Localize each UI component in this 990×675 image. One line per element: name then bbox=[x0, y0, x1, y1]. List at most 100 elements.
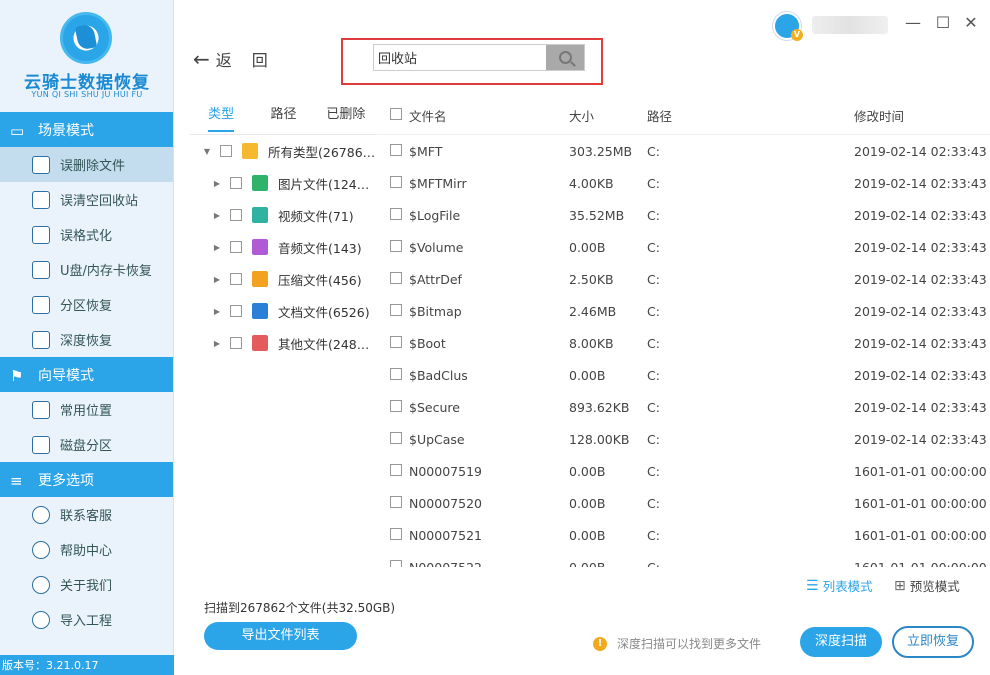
sidebar-item[interactable]: 误格式化 bbox=[0, 217, 173, 252]
row-checkbox[interactable] bbox=[390, 303, 402, 316]
type-tree: ▼ 所有类型(26786… ▶ 图片文件(124… ▶ 视频文件(71) ▶ 音频文件(143… bbox=[190, 135, 377, 359]
collapsed-arrow-icon[interactable]: ▶ bbox=[212, 339, 222, 348]
column-header-time[interactable]: 修改时间 bbox=[854, 106, 990, 125]
row-checkbox[interactable] bbox=[390, 335, 402, 348]
table-row[interactable]: $MFT 303.25MB C: 2019-02-14 02:33:43 bbox=[378, 135, 990, 167]
collapsed-arrow-icon[interactable]: ▶ bbox=[212, 307, 222, 316]
sidebar-item[interactable]: 磁盘分区 bbox=[0, 427, 173, 462]
row-checkbox[interactable] bbox=[390, 239, 402, 252]
tree-checkbox[interactable] bbox=[230, 337, 242, 349]
tree-node[interactable]: ▶ 文档文件(6526) bbox=[190, 295, 377, 327]
maximize-icon[interactable]: ☐ bbox=[934, 14, 952, 32]
row-checkbox[interactable] bbox=[390, 559, 402, 567]
row-checkbox[interactable] bbox=[390, 271, 402, 284]
export-file-list-button[interactable]: 导出文件列表 bbox=[204, 622, 357, 650]
tree-node[interactable]: ▶ 音频文件(143) bbox=[190, 231, 377, 263]
sidebar-item[interactable]: 分区恢复 bbox=[0, 287, 173, 322]
sidebar-item[interactable]: 帮助中心 bbox=[0, 532, 173, 567]
table-row[interactable]: N00007521 0.00B C: 1601-01-01 00:00:00 bbox=[378, 519, 990, 551]
column-header-path[interactable]: 路径 bbox=[647, 106, 854, 125]
tree-checkbox[interactable] bbox=[230, 177, 242, 189]
file-name: $AttrDef bbox=[409, 271, 462, 287]
collapsed-arrow-icon[interactable]: ▶ bbox=[212, 179, 222, 188]
file-list: 文件名 大小 路径 修改时间 $MFT 303.25MB C: 2019-02-14 … bbox=[378, 97, 990, 567]
column-header-name[interactable]: 文件名 bbox=[409, 106, 569, 125]
table-row[interactable]: $Boot 8.00KB C: 2019-02-14 02:33:43 bbox=[378, 327, 990, 359]
expanded-arrow-icon[interactable]: ▼ bbox=[202, 147, 212, 156]
avatar[interactable] bbox=[773, 12, 803, 41]
row-checkbox[interactable] bbox=[390, 207, 402, 220]
tree-checkbox[interactable] bbox=[230, 305, 242, 317]
search-button[interactable] bbox=[546, 45, 584, 70]
sidebar-section-header: ≡ 更多选项 bbox=[0, 462, 173, 497]
sidebar-item[interactable]: 关于我们 bbox=[0, 567, 173, 602]
table-row[interactable]: $LogFile 35.52MB C: 2019-02-14 02:33:43 bbox=[378, 199, 990, 231]
disk-partition-icon bbox=[32, 435, 50, 454]
tree-node-label: 文档文件(6526) bbox=[278, 304, 370, 320]
table-row[interactable]: $AttrDef 2.50KB C: 2019-02-14 02:33:43 bbox=[378, 263, 990, 295]
file-modified-time: 2019-02-14 02:33:43 bbox=[854, 143, 987, 159]
column-header-size[interactable]: 大小 bbox=[569, 106, 647, 125]
logo: 云骑士数据恢复 YUN QI SHI SHU JU HUI FU bbox=[0, 0, 173, 112]
collapsed-arrow-icon[interactable]: ▶ bbox=[212, 275, 222, 284]
table-row[interactable]: N00007522 0.00B C: 1601-01-01 00:00:00 bbox=[378, 551, 990, 567]
sidebar-item[interactable]: 导入工程 bbox=[0, 602, 173, 637]
tree-checkbox[interactable] bbox=[230, 241, 242, 253]
filter-tab[interactable]: 路径 bbox=[252, 97, 314, 134]
minimize-icon[interactable]: — bbox=[904, 14, 922, 32]
sidebar-item[interactable]: 常用位置 bbox=[0, 392, 173, 427]
table-row[interactable]: $Bitmap 2.46MB C: 2019-02-14 02:33:43 bbox=[378, 295, 990, 327]
table-row[interactable]: $UpCase 128.00KB C: 2019-02-14 02:33:43 bbox=[378, 423, 990, 455]
table-row[interactable]: $BadClus 0.00B C: 2019-02-14 02:33:43 bbox=[378, 359, 990, 391]
close-icon[interactable]: ✕ bbox=[962, 14, 980, 32]
tree-node[interactable]: ▶ 压缩文件(456) bbox=[190, 263, 377, 295]
sidebar-item[interactable]: U盘/内存卡恢复 bbox=[0, 252, 173, 287]
file-path: C: bbox=[647, 399, 660, 415]
sidebar-item-label: 深度恢复 bbox=[60, 334, 113, 349]
tree-node[interactable]: ▼ 所有类型(26786… bbox=[190, 135, 377, 167]
file-modified-time: 2019-02-14 02:33:43 bbox=[854, 239, 987, 255]
row-checkbox[interactable] bbox=[390, 143, 402, 156]
file-size: 8.00KB bbox=[569, 335, 614, 351]
row-checkbox[interactable] bbox=[390, 175, 402, 188]
image-icon bbox=[252, 175, 268, 191]
tree-checkbox[interactable] bbox=[230, 209, 242, 221]
filter-tab[interactable]: 已删除 bbox=[315, 97, 377, 134]
search-input[interactable] bbox=[374, 45, 548, 70]
row-checkbox[interactable] bbox=[390, 367, 402, 380]
table-row[interactable]: N00007520 0.00B C: 1601-01-01 00:00:00 bbox=[378, 487, 990, 519]
file-size: 4.00KB bbox=[569, 175, 614, 191]
filter-tab[interactable]: 类型 bbox=[190, 97, 252, 134]
select-all-checkbox[interactable] bbox=[390, 108, 402, 120]
file-name: N00007522 bbox=[409, 559, 482, 568]
collapsed-arrow-icon[interactable]: ▶ bbox=[212, 243, 222, 252]
deep-scan-button[interactable]: 深度扫描 bbox=[800, 627, 882, 657]
list-mode-button[interactable]: ☰ 列表模式 bbox=[806, 576, 873, 595]
collapsed-arrow-icon[interactable]: ▶ bbox=[212, 211, 222, 220]
table-row[interactable]: $Volume 0.00B C: 2019-02-14 02:33:43 bbox=[378, 231, 990, 263]
tree-node[interactable]: ▶ 视频文件(71) bbox=[190, 199, 377, 231]
row-checkbox[interactable] bbox=[390, 527, 402, 540]
sidebar-item[interactable]: 深度恢复 bbox=[0, 322, 173, 357]
sidebar-item[interactable]: 误删除文件 bbox=[0, 147, 173, 182]
row-checkbox[interactable] bbox=[390, 431, 402, 444]
file-modified-time: 2019-02-14 02:33:43 bbox=[854, 399, 987, 415]
back-button[interactable]: ← 返回 bbox=[193, 47, 288, 71]
sidebar-item[interactable]: 联系客服 bbox=[0, 497, 173, 532]
tree-checkbox[interactable] bbox=[230, 273, 242, 285]
file-list-header: 文件名 大小 路径 修改时间 bbox=[378, 97, 990, 135]
preview-mode-button[interactable]: ⊞ 预览模式 bbox=[894, 576, 960, 595]
sidebar-item[interactable]: 误清空回收站 bbox=[0, 182, 173, 217]
row-checkbox[interactable] bbox=[390, 463, 402, 476]
table-row[interactable]: $MFTMirr 4.00KB C: 2019-02-14 02:33:43 bbox=[378, 167, 990, 199]
sidebar-item-label: 帮助中心 bbox=[60, 544, 113, 559]
row-checkbox[interactable] bbox=[390, 399, 402, 412]
tree-node[interactable]: ▶ 图片文件(124… bbox=[190, 167, 377, 199]
recover-now-button[interactable]: 立即恢复 bbox=[892, 626, 974, 658]
tree-node[interactable]: ▶ 其他文件(248… bbox=[190, 327, 377, 359]
table-row[interactable]: N00007519 0.00B C: 1601-01-01 00:00:00 bbox=[378, 455, 990, 487]
table-row[interactable]: $Secure 893.62KB C: 2019-02-14 02:33:43 bbox=[378, 391, 990, 423]
row-checkbox[interactable] bbox=[390, 495, 402, 508]
back-label: 返回 bbox=[215, 51, 288, 70]
tree-checkbox[interactable] bbox=[220, 145, 232, 157]
